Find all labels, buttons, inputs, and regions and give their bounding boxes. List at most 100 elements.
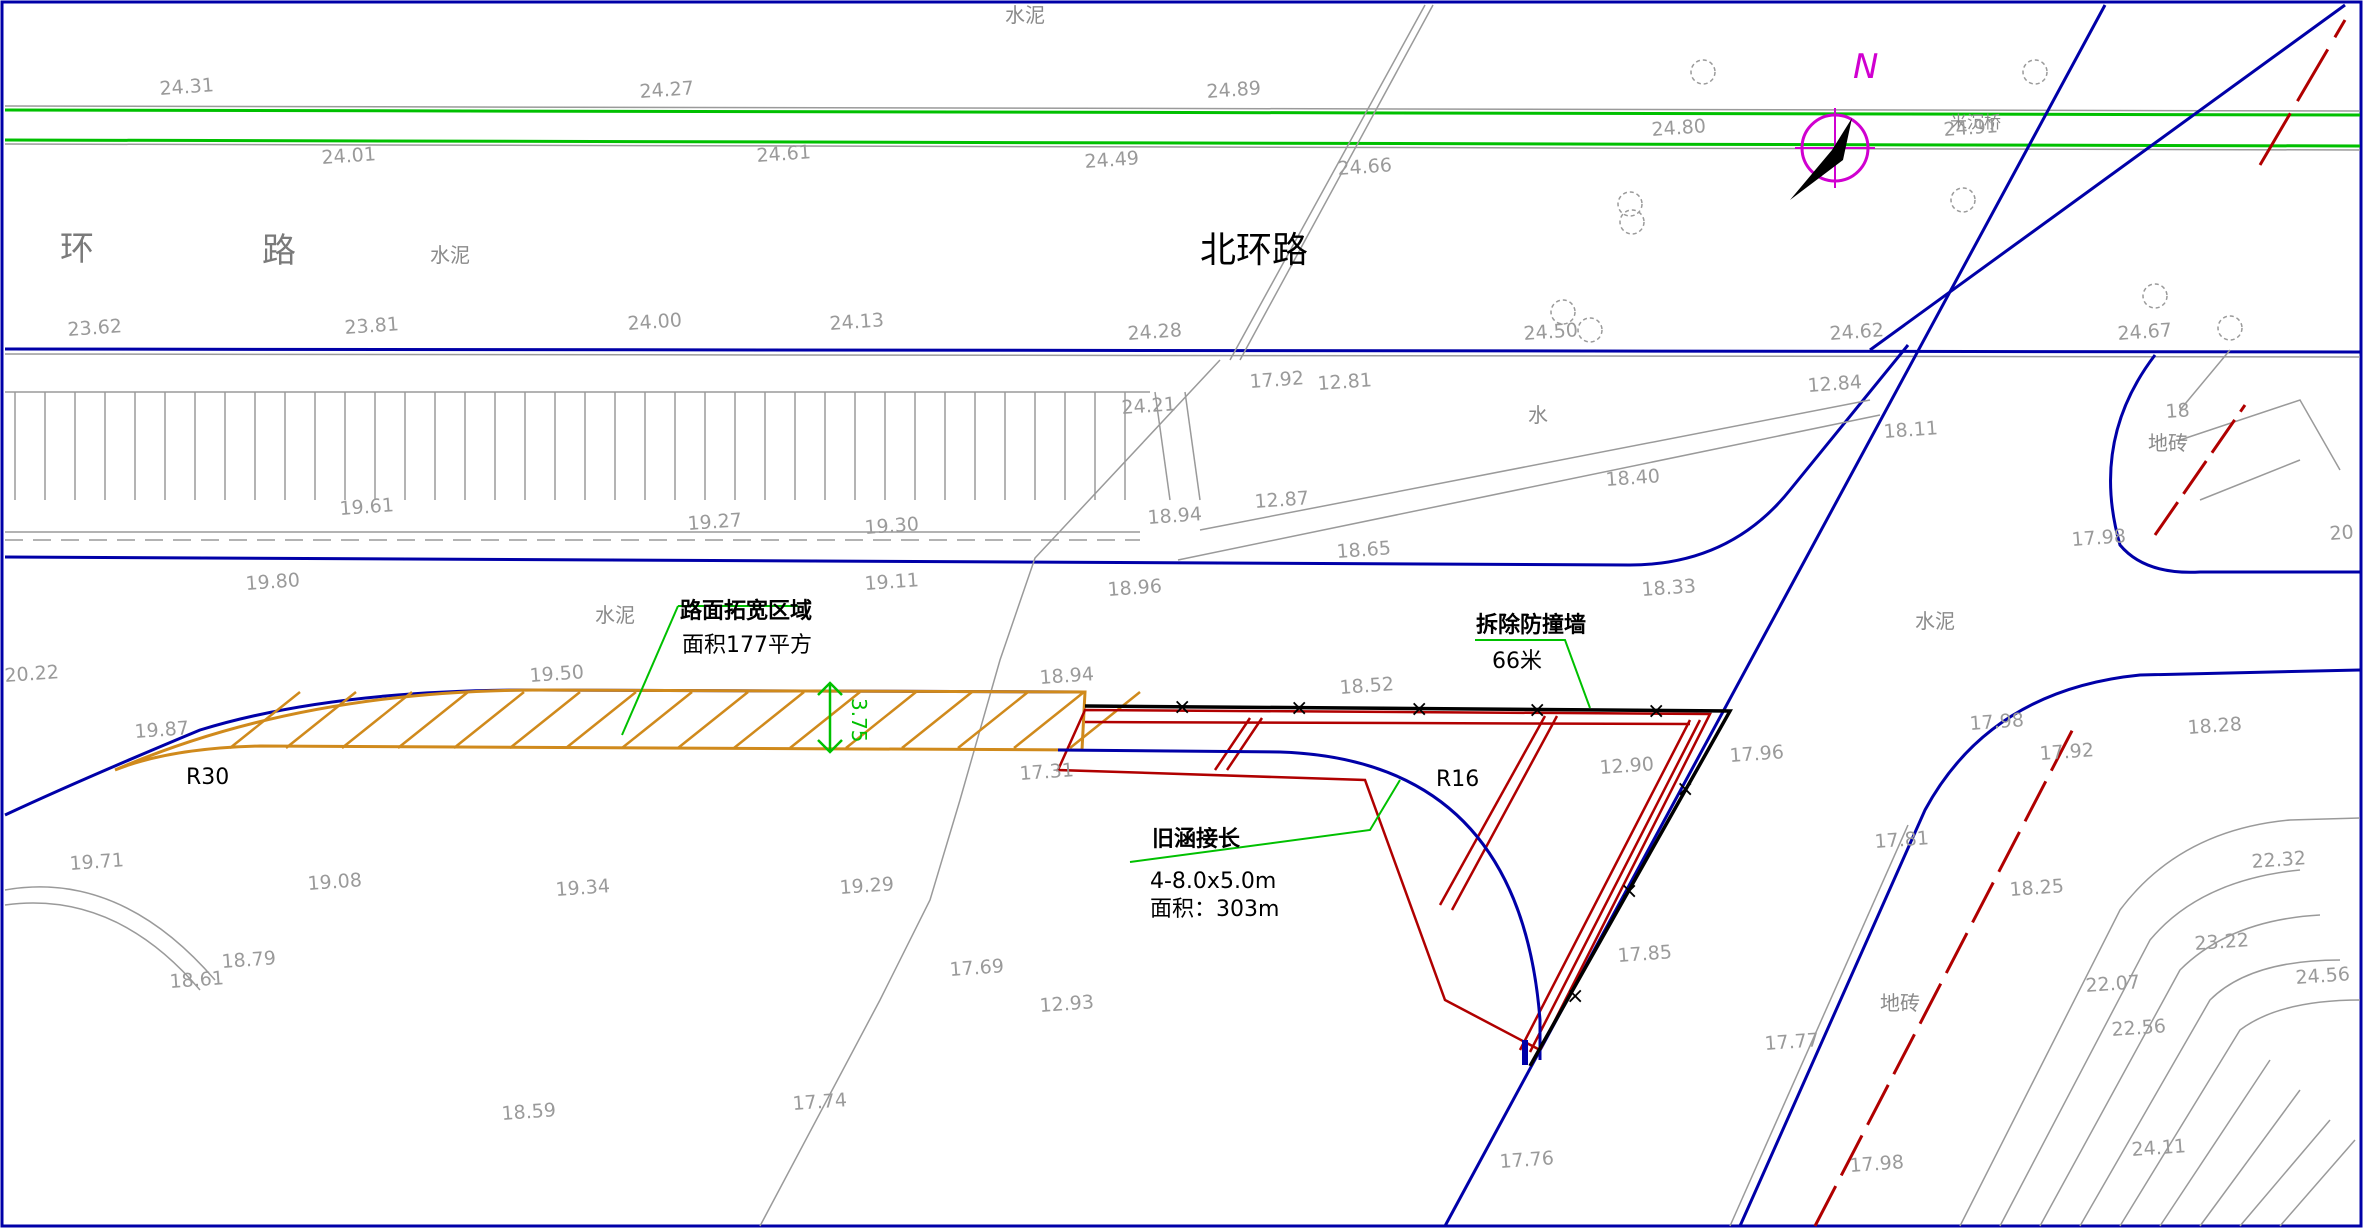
elevation-label: 20 (2329, 521, 2355, 545)
elevation-label: 18 (2165, 399, 2191, 423)
wall-length: 66米 (1492, 649, 1542, 674)
elevation-label: 19.87 (134, 717, 190, 743)
elevation-label: 24.31 (159, 74, 215, 100)
radius-r30: R30 (186, 765, 229, 790)
svg-text:×: × (1647, 699, 1665, 724)
red-dash-mid-right (2153, 404, 2247, 536)
elevation-label: 19.08 (307, 869, 363, 895)
elevation-label: 18.33 (1641, 575, 1697, 601)
elevation-label: 24.00 (627, 309, 683, 335)
elevation-label: 17.85 (1617, 941, 1673, 967)
elevation-label: 23.22 (2194, 929, 2250, 955)
elevation-label: 18.65 (1336, 537, 1392, 563)
north-label: N (1853, 47, 1878, 87)
culvert-area: 面积：303m (1150, 897, 1279, 922)
elevation-label: 17.69 (949, 955, 1005, 981)
elevation-label: 19.27 (687, 509, 743, 535)
road-edge-grey-upper (4, 353, 2361, 358)
elevation-label: 23.62 (67, 315, 123, 341)
road-name-faded-1: 环 (60, 229, 94, 269)
elevation-label: 17.92 (2039, 739, 2095, 765)
svg-text:×: × (1528, 698, 1546, 723)
elevation-label: 17.81 (1874, 827, 1930, 853)
svg-text:×: × (1410, 697, 1428, 722)
elevation-label: 17.96 (1729, 741, 1785, 767)
widen-area: 面积177平方 (682, 633, 812, 658)
elevation-label: 24.61 (756, 141, 812, 167)
culvert-spec: 4-8.0x5.0m (1150, 869, 1276, 894)
road-name-faded-2: 路 (262, 231, 296, 271)
surface-label: 地砖 (1880, 991, 1920, 1015)
blue-arc-r16 (1057, 748, 1542, 1060)
elevation-label: 17.98 (1969, 709, 2025, 735)
hatch-line (621, 691, 693, 749)
radius-r16: R16 (1436, 767, 1479, 792)
elevation-label: 19.34 (555, 875, 611, 901)
elevation-label: 24.50 (1523, 319, 1579, 345)
cad-drawing: × × × × × × × × N 北环路 环 路 水泥 水泥 水泥 水泥 水 … (0, 0, 2363, 1228)
svg-text:×: × (1676, 777, 1694, 802)
elevation-label: 12.93 (1039, 991, 1095, 1017)
svg-text:×: × (1173, 695, 1191, 720)
tree-symbol (1690, 59, 1716, 85)
elevation-label: 24.80 (1651, 115, 1707, 141)
hatch-line (677, 691, 749, 749)
surface-label: 水泥 (1915, 609, 1955, 633)
elevation-label: 18.28 (2187, 713, 2243, 739)
tree-symbol (1950, 187, 1976, 213)
spacer (1730, 1058, 2360, 1226)
elevation-label: 18.61 (169, 967, 225, 993)
elevation-label: 24.21 (1121, 393, 1177, 419)
elevation-label: 17.74 (792, 1089, 848, 1115)
elevation-label: 24.91 (1943, 115, 1999, 141)
surface-label: 水泥 (1005, 3, 1045, 27)
red-dash-bottom (1813, 724, 2077, 1227)
crash-wall-marks: × × × × × × × × (1173, 695, 1694, 1009)
hatch-line (733, 691, 805, 749)
elevation-label: 17.98 (2071, 525, 2127, 551)
elevation-label: 24.62 (1829, 319, 1885, 345)
elevation-label: 24.89 (1206, 77, 1262, 103)
elevation-label: 24.28 (1127, 319, 1183, 345)
elevation-label: 19.30 (864, 513, 920, 539)
blue-diagonal-right (1869, 3, 2346, 352)
hatch-line (285, 691, 357, 749)
elevation-label: 18.94 (1039, 663, 1095, 689)
elevation-label: 24.66 (1337, 154, 1393, 180)
elevation-labels: 24.31 24.27 24.89 24.80 24.91 24.01 24.61 24.49… (4, 74, 2355, 1177)
elevation-label: 22.32 (2251, 847, 2307, 873)
elevation-label: 18.79 (221, 947, 277, 973)
elevation-label: 24.01 (321, 143, 377, 169)
elevation-label: 18.52 (1339, 673, 1395, 699)
hatch-line (1013, 691, 1085, 749)
grey-stripe-fence (5, 391, 1201, 501)
elevation-label: 19.80 (245, 569, 301, 595)
elevation-label: 24.56 (2295, 963, 2351, 989)
hatch-line (565, 691, 637, 749)
surface-label: 水泥 (595, 603, 635, 627)
elevation-label: 20.22 (4, 661, 60, 687)
elevation-label: 23.81 (344, 313, 400, 339)
cad-drawing-stage: × × × × × × × × N 北环路 环 路 水泥 水泥 水泥 水泥 水 … (0, 0, 2363, 1228)
elevation-label: 18.94 (1147, 503, 1203, 529)
svg-text:×: × (1620, 879, 1638, 904)
elevation-label: 22.56 (2111, 1015, 2167, 1041)
surface-label: 水 (1528, 403, 1548, 427)
elevation-label: 24.11 (2131, 1135, 2187, 1161)
hatch-line (957, 691, 1029, 749)
elevation-label: 17.98 (1849, 1151, 1905, 1177)
culvert-title: 旧涵接长 (1152, 827, 1241, 852)
tree-symbol (2022, 59, 2048, 85)
elevation-label: 12.90 (1599, 753, 1655, 779)
svg-text:×: × (1290, 696, 1308, 721)
elevation-label: 12.87 (1254, 487, 1310, 513)
tree-symbol (2142, 283, 2168, 309)
fence-stripe (1184, 391, 1201, 501)
elevation-label: 17.31 (1019, 759, 1075, 785)
hatch-line (453, 691, 525, 749)
widen-area-outline (114, 688, 1087, 772)
elevation-label: 19.11 (864, 569, 920, 595)
red-dash-top-right (2258, 19, 2347, 166)
tree-symbols (1550, 59, 2243, 343)
widen-title: 路面拓宽区域 (680, 598, 812, 624)
